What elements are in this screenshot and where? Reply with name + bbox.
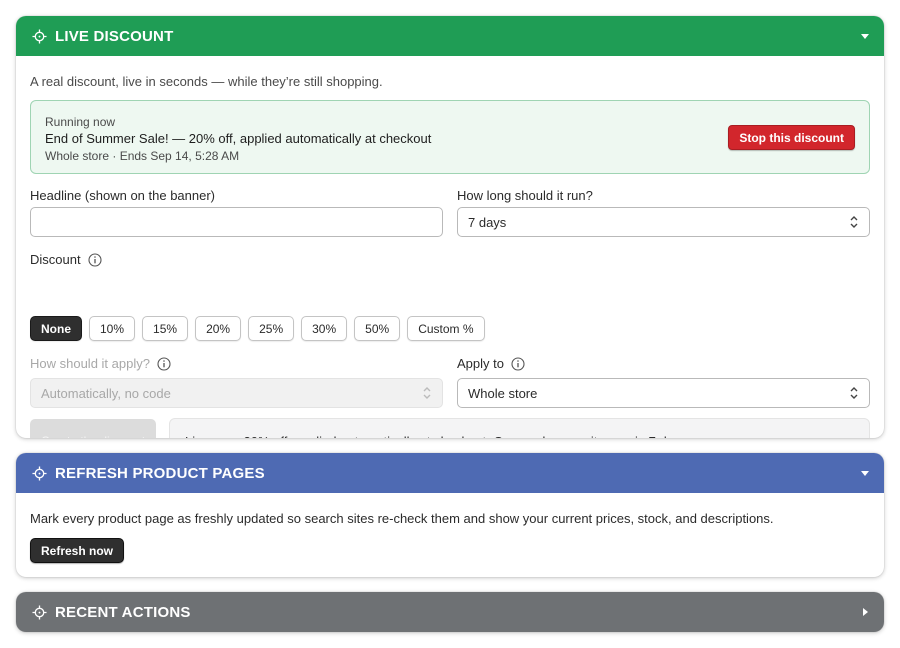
stop-discount-button[interactable]: Stop this discount bbox=[728, 125, 855, 150]
running-discount-card: Running now End of Summer Sale! — 20% of… bbox=[30, 100, 870, 174]
recent-actions-title: RECENT ACTIONS bbox=[55, 603, 191, 621]
headline-input[interactable] bbox=[30, 207, 443, 237]
discount-label: Discount bbox=[30, 252, 102, 267]
discount-option-50[interactable]: 50% bbox=[354, 316, 401, 341]
discount-option-20[interactable]: 20% bbox=[195, 316, 242, 341]
create-discount-button[interactable]: Create the discount bbox=[30, 419, 156, 438]
info-icon[interactable] bbox=[88, 252, 102, 267]
apply-method-label-text: How should it apply? bbox=[30, 356, 150, 371]
discount-option-25[interactable]: 25% bbox=[248, 316, 295, 341]
discount-preview: Live now: 20% off, applied automatically… bbox=[169, 418, 870, 438]
discount-options: None 10% 15% 20% 25% 30% 50% Custom % bbox=[30, 316, 485, 341]
live-discount-title: LIVE DISCOUNT bbox=[55, 27, 174, 45]
up-down-chevron-icon bbox=[849, 215, 859, 229]
apply-to-label: Apply to bbox=[457, 356, 525, 371]
recent-actions-header[interactable]: RECENT ACTIONS bbox=[16, 592, 884, 632]
up-down-chevron-icon bbox=[849, 386, 859, 400]
caret-down-icon[interactable] bbox=[860, 468, 870, 478]
refresh-description: Mark every product page as freshly updat… bbox=[30, 511, 774, 526]
crosshair-icon bbox=[32, 28, 47, 44]
recent-actions-panel: RECENT ACTIONS bbox=[16, 592, 884, 632]
refresh-panel: REFRESH PRODUCT PAGES Mark every product… bbox=[16, 453, 884, 577]
duration-value: 7 days bbox=[468, 214, 507, 230]
up-down-chevron-icon bbox=[422, 386, 432, 400]
discount-option-10[interactable]: 10% bbox=[89, 316, 136, 341]
apply-method-select[interactable]: Automatically, no code bbox=[30, 378, 443, 408]
headline-label: Headline (shown on the banner) bbox=[30, 188, 215, 203]
refresh-title: REFRESH PRODUCT PAGES bbox=[55, 464, 265, 482]
refresh-header[interactable]: REFRESH PRODUCT PAGES bbox=[16, 453, 884, 493]
crosshair-icon bbox=[32, 465, 47, 481]
duration-select[interactable]: 7 days bbox=[457, 207, 870, 237]
apply-method-label: How should it apply? bbox=[30, 356, 171, 371]
discount-option-30[interactable]: 30% bbox=[301, 316, 348, 341]
live-discount-intro: A real discount, live in seconds — while… bbox=[30, 74, 383, 89]
running-label: Running now bbox=[45, 115, 116, 129]
apply-to-value: Whole store bbox=[468, 385, 538, 401]
crosshair-icon bbox=[32, 604, 47, 620]
duration-label: How long should it run? bbox=[457, 188, 593, 203]
discount-option-none[interactable]: None bbox=[30, 316, 82, 341]
apply-to-label-text: Apply to bbox=[457, 356, 504, 371]
discount-option-15[interactable]: 15% bbox=[142, 316, 189, 341]
apply-method-value: Automatically, no code bbox=[41, 385, 171, 401]
info-icon[interactable] bbox=[157, 356, 171, 371]
refresh-now-button[interactable]: Refresh now bbox=[30, 538, 125, 563]
running-title: End of Summer Sale! — 20% off, applied a… bbox=[45, 131, 432, 146]
duration-label-text: How long should it run? bbox=[457, 188, 593, 203]
headline-label-text: Headline (shown on the banner) bbox=[30, 188, 216, 203]
live-discount-header[interactable]: LIVE DISCOUNT bbox=[16, 16, 884, 56]
live-discount-panel: LIVE DISCOUNT A real discount, live in s… bbox=[16, 16, 884, 438]
discount-option-custom[interactable]: Custom % bbox=[407, 316, 485, 341]
caret-right-icon[interactable] bbox=[860, 607, 870, 617]
apply-to-select[interactable]: Whole store bbox=[457, 378, 870, 408]
info-icon[interactable] bbox=[511, 356, 525, 371]
caret-down-icon[interactable] bbox=[860, 31, 870, 41]
running-subtitle: Whole store · Ends Sep 14, 5:28 AM bbox=[45, 149, 240, 163]
discount-label-text: Discount bbox=[30, 252, 81, 267]
